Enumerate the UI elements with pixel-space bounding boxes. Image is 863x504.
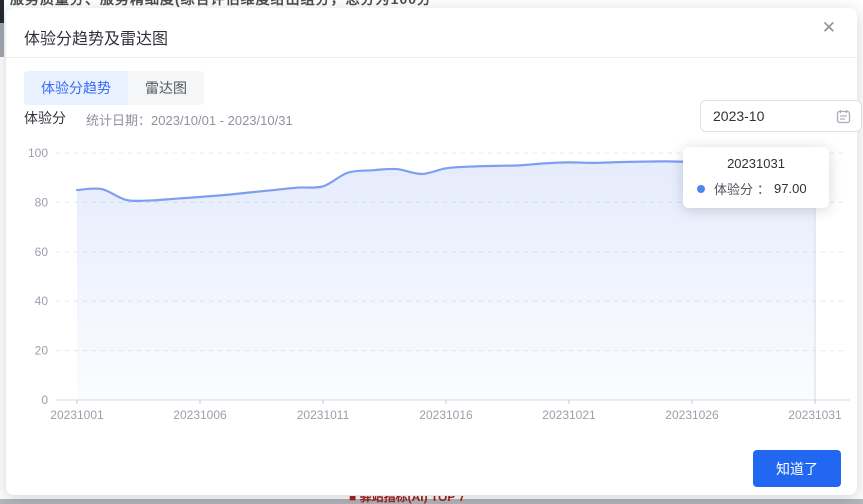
y-axis-tick-label: 0 [41, 393, 48, 407]
background-bottom-clipped-text: ■ 驿站指标(AI) TOP 7 [349, 496, 465, 504]
calendar-icon [836, 109, 851, 124]
y-axis-tick-label: 40 [35, 294, 49, 308]
tooltip-series-dot [697, 185, 705, 193]
close-icon[interactable]: ✕ [822, 19, 836, 36]
y-axis-tick-label: 20 [35, 344, 49, 358]
page: 服务质量分、服务精细度(综合评估维度给出组分，总分为100分 ■ 驿站指标(AI… [0, 0, 863, 504]
tooltip-date: 20231031 [697, 156, 815, 171]
tooltip-value: 97.00 [774, 181, 807, 196]
x-axis-tick-label: 20231031 [788, 408, 842, 422]
trend-radar-modal: 体验分趋势及雷达图 ✕ 体验分趋势 雷达图 体验分 统计日期：2023/10/0… [6, 8, 857, 495]
y-axis-tick-label: 80 [35, 195, 49, 209]
modal-title: 体验分趋势及雷达图 [24, 25, 168, 49]
y-axis-tick-label: 60 [35, 245, 49, 259]
title-divider [6, 57, 857, 58]
confirm-button[interactable]: 知道了 [753, 450, 841, 487]
x-axis-tick-label: 20231001 [50, 408, 104, 422]
tab-trend[interactable]: 体验分趋势 [24, 71, 128, 105]
background-sidebar-edge [0, 0, 4, 57]
tab-radar[interactable]: 雷达图 [128, 71, 204, 105]
tooltip-separator: ： [757, 179, 770, 198]
x-axis-tick-label: 20231016 [419, 408, 473, 422]
date-range-label: 统计日期：2023/10/01 - 2023/10/31 [86, 110, 293, 129]
x-axis-tick-label: 20231021 [542, 408, 596, 422]
month-picker[interactable]: 2023-10 [700, 100, 862, 132]
chart-tooltip: 20231031 体验分 ： 97.00 [683, 147, 829, 208]
x-axis-tick-label: 20231026 [665, 408, 719, 422]
y-axis-tick-label: 100 [28, 146, 48, 160]
month-picker-value: 2023-10 [713, 108, 836, 124]
x-axis-tick-label: 20231006 [173, 408, 227, 422]
x-axis-tick-label: 20231011 [297, 408, 350, 422]
tooltip-series-row: 体验分 ： 97.00 [697, 179, 815, 198]
metric-label: 体验分 [24, 108, 66, 128]
tooltip-series-label: 体验分 [714, 179, 753, 198]
tab-bar: 体验分趋势 雷达图 [24, 71, 204, 105]
